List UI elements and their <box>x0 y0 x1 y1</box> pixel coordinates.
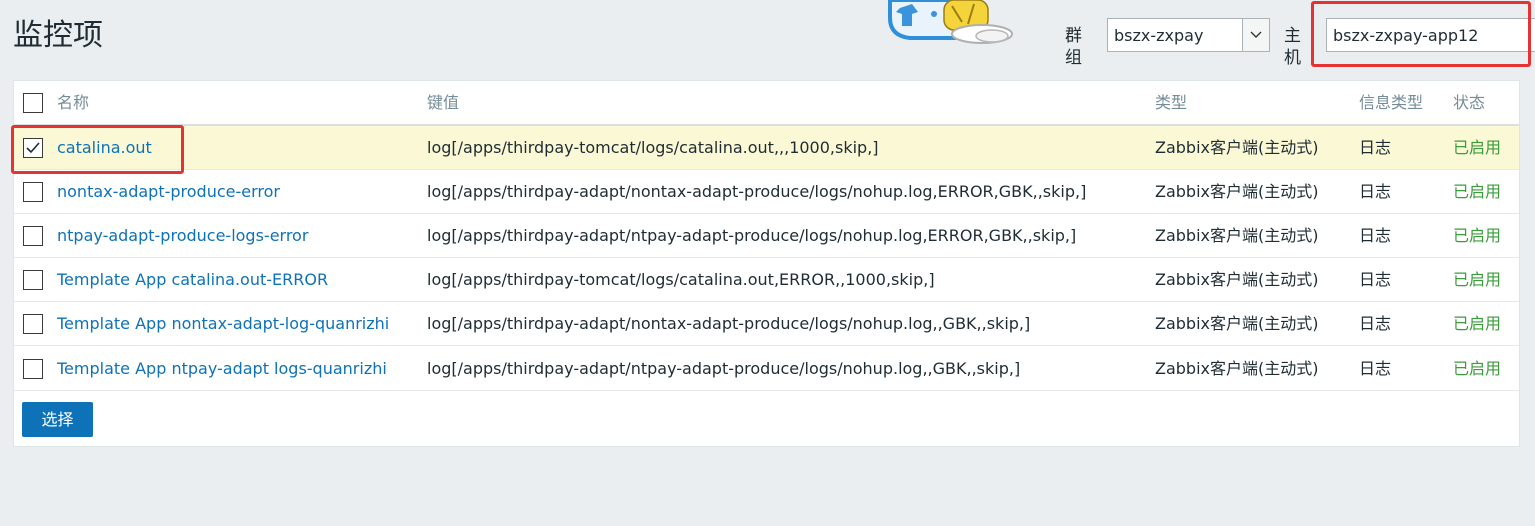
group-select-value: bszx-zxpay <box>1114 26 1204 45</box>
item-key: log[/apps/thirdpay-tomcat/logs/catalina.… <box>427 138 879 157</box>
select-all-checkbox[interactable] <box>23 93 43 113</box>
row-checkbox[interactable] <box>23 359 43 379</box>
item-name-link[interactable]: Template App catalina.out-ERROR <box>57 258 328 302</box>
item-status-link[interactable]: 已启用 <box>1453 302 1501 346</box>
item-type: Zabbix客户端(主动式) <box>1155 182 1319 201</box>
column-header-name[interactable]: 名称 <box>57 81 89 125</box>
host-highlight-box <box>1311 1 1531 67</box>
item-highlight-box <box>11 125 184 174</box>
column-header-status[interactable]: 状态 <box>1453 81 1485 125</box>
group-label: 群组 <box>1065 26 1082 68</box>
table-row: ntpay-adapt-produce-logs-error log[/apps… <box>14 214 1519 258</box>
table-header: 名称 键值 类型 信息类型 状态 <box>14 81 1519 126</box>
table-row: nontax-adapt-produce-error log[/apps/thi… <box>14 170 1519 214</box>
row-checkbox[interactable] <box>23 314 43 334</box>
item-type: Zabbix客户端(主动式) <box>1155 270 1319 289</box>
item-status-link[interactable]: 已启用 <box>1453 170 1501 214</box>
row-checkbox[interactable] <box>23 226 43 246</box>
page-title: 监控项 <box>13 18 103 53</box>
table-row: catalina.out log[/apps/thirdpay-tomcat/l… <box>14 126 1519 170</box>
select-button[interactable]: 选择 <box>22 402 93 437</box>
row-checkbox[interactable] <box>23 270 43 290</box>
item-type: Zabbix客户端(主动式) <box>1155 314 1319 333</box>
item-type: Zabbix客户端(主动式) <box>1155 359 1319 378</box>
cartoon-mascot-icon <box>884 0 1024 45</box>
table-row: Template App catalina.out-ERROR log[/app… <box>14 258 1519 302</box>
item-type: Zabbix客户端(主动式) <box>1155 226 1319 245</box>
item-status-link[interactable]: 已启用 <box>1453 126 1501 170</box>
item-name-link[interactable]: ntpay-adapt-produce-logs-error <box>57 214 308 258</box>
column-header-key[interactable]: 键值 <box>427 81 459 125</box>
item-status-link[interactable]: 已启用 <box>1453 258 1501 302</box>
table-row: Template App ntpay-adapt logs-quanrizhi … <box>14 347 1519 391</box>
item-info-type: 日志 <box>1359 182 1392 201</box>
item-name-link[interactable]: nontax-adapt-produce-error <box>57 170 280 214</box>
group-dropdown-button[interactable] <box>1242 19 1269 51</box>
item-status-link[interactable]: 已启用 <box>1453 347 1501 391</box>
item-status-link[interactable]: 已启用 <box>1453 214 1501 258</box>
item-info-type: 日志 <box>1359 359 1392 378</box>
item-info-type: 日志 <box>1359 226 1392 245</box>
column-header-info-type[interactable]: 信息类型 <box>1359 81 1423 125</box>
item-name-link[interactable]: Template App nontax-adapt-log-quanrizhi <box>57 302 389 346</box>
item-type: Zabbix客户端(主动式) <box>1155 138 1319 157</box>
item-key: log[/apps/thirdpay-adapt/ntpay-adapt-pro… <box>427 359 1021 378</box>
column-header-type[interactable]: 类型 <box>1155 81 1187 125</box>
table-row: Template App nontax-adapt-log-quanrizhi … <box>14 302 1519 346</box>
host-label: 主机 <box>1284 26 1301 68</box>
item-info-type: 日志 <box>1359 314 1392 333</box>
items-table: 名称 键值 类型 信息类型 状态 catalina.out log[/apps/… <box>13 80 1520 447</box>
item-name-link[interactable]: Template App ntpay-adapt logs-quanrizhi <box>57 347 387 391</box>
item-key: log[/apps/thirdpay-adapt/nontax-adapt-pr… <box>427 182 1087 201</box>
row-checkbox[interactable] <box>23 182 43 202</box>
item-info-type: 日志 <box>1359 138 1392 157</box>
item-info-type: 日志 <box>1359 270 1392 289</box>
item-key: log[/apps/thirdpay-adapt/nontax-adapt-pr… <box>427 314 1031 333</box>
group-select[interactable]: bszx-zxpay <box>1107 18 1270 52</box>
item-key: log[/apps/thirdpay-tomcat/logs/catalina.… <box>427 270 935 289</box>
item-key: log[/apps/thirdpay-adapt/ntpay-adapt-pro… <box>427 226 1077 245</box>
chevron-down-icon <box>1250 31 1262 38</box>
